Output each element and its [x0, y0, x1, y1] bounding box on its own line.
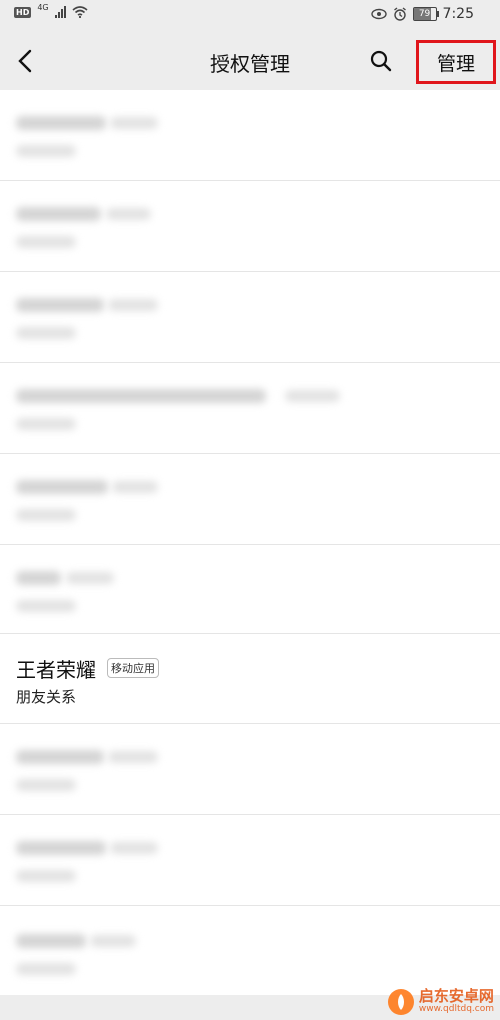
list-item[interactable] — [0, 454, 500, 544]
blurred-app-name — [16, 841, 106, 855]
list-item[interactable] — [0, 906, 500, 995]
eye-icon — [370, 8, 387, 20]
watermark-text: 启东安卓网 www.qdltdq.com — [419, 989, 494, 1014]
list-item[interactable] — [0, 272, 500, 362]
top-nav: 授权管理 管理 — [0, 32, 500, 90]
blurred-permission — [16, 145, 76, 157]
hd-icon: HD — [14, 6, 32, 18]
list-item[interactable] — [0, 545, 500, 633]
blurred-permission — [16, 418, 76, 430]
status-left: HD 4G — [14, 2, 88, 18]
blurred-app-name — [16, 207, 101, 221]
watermark: 启东安卓网 www.qdltdq.com — [387, 988, 494, 1016]
blurred-badge — [110, 117, 158, 129]
status-right: 79 7:25 — [370, 6, 474, 22]
alarm-icon — [393, 7, 406, 21]
watermark-logo-icon — [387, 989, 414, 1015]
list-item[interactable] — [0, 724, 500, 814]
search-icon — [370, 50, 392, 72]
authorization-list: 王者荣耀 移动应用 朋友关系 — [0, 90, 500, 995]
blurred-app-name — [16, 298, 104, 312]
list-item[interactable] — [0, 815, 500, 905]
blurred-app-name — [16, 116, 106, 130]
blurred-badge — [90, 935, 136, 947]
status-bar: HD 4G 79 7:25 — [0, 0, 500, 32]
network-type-label: 4G — [37, 2, 49, 12]
signal-icon — [54, 6, 66, 18]
blurred-badge — [106, 208, 151, 220]
blurred-permission — [16, 327, 76, 339]
list-item[interactable] — [0, 90, 500, 180]
blurred-permission — [16, 779, 76, 791]
blurred-badge — [66, 572, 114, 584]
app-type-badge: 移动应用 — [107, 658, 159, 678]
blurred-permission — [16, 870, 76, 882]
app-name: 王者荣耀 — [16, 658, 96, 682]
blurred-app-name — [16, 389, 266, 403]
list-item-honor-of-kings[interactable]: 王者荣耀 移动应用 朋友关系 — [0, 634, 500, 723]
search-button[interactable] — [366, 46, 396, 76]
battery-icon: 79 — [412, 7, 439, 21]
watermark-url: www.qdltdq.com — [418, 1004, 494, 1015]
blurred-app-name — [16, 934, 86, 948]
blurred-badge — [108, 751, 158, 763]
watermark-main: 启东安卓网 — [418, 987, 494, 1006]
manage-button[interactable]: 管理 — [416, 40, 496, 84]
clock-time: 7:25 — [442, 6, 474, 22]
wifi-icon — [72, 6, 88, 18]
list-item[interactable] — [0, 181, 500, 271]
blurred-badge — [112, 481, 158, 493]
blurred-app-name — [16, 750, 104, 764]
blurred-badge — [285, 390, 340, 402]
blurred-permission — [16, 963, 76, 975]
blurred-permission — [16, 236, 76, 248]
blurred-app-name — [16, 480, 108, 494]
blurred-badge — [110, 842, 158, 854]
blurred-permission — [16, 600, 76, 612]
battery-level: 79 — [418, 9, 431, 19]
blurred-app-name — [16, 571, 61, 585]
list-item[interactable] — [0, 363, 500, 453]
blurred-permission — [16, 509, 76, 521]
permission-label: 朋友关系 — [16, 688, 77, 706]
blurred-badge — [108, 299, 158, 311]
